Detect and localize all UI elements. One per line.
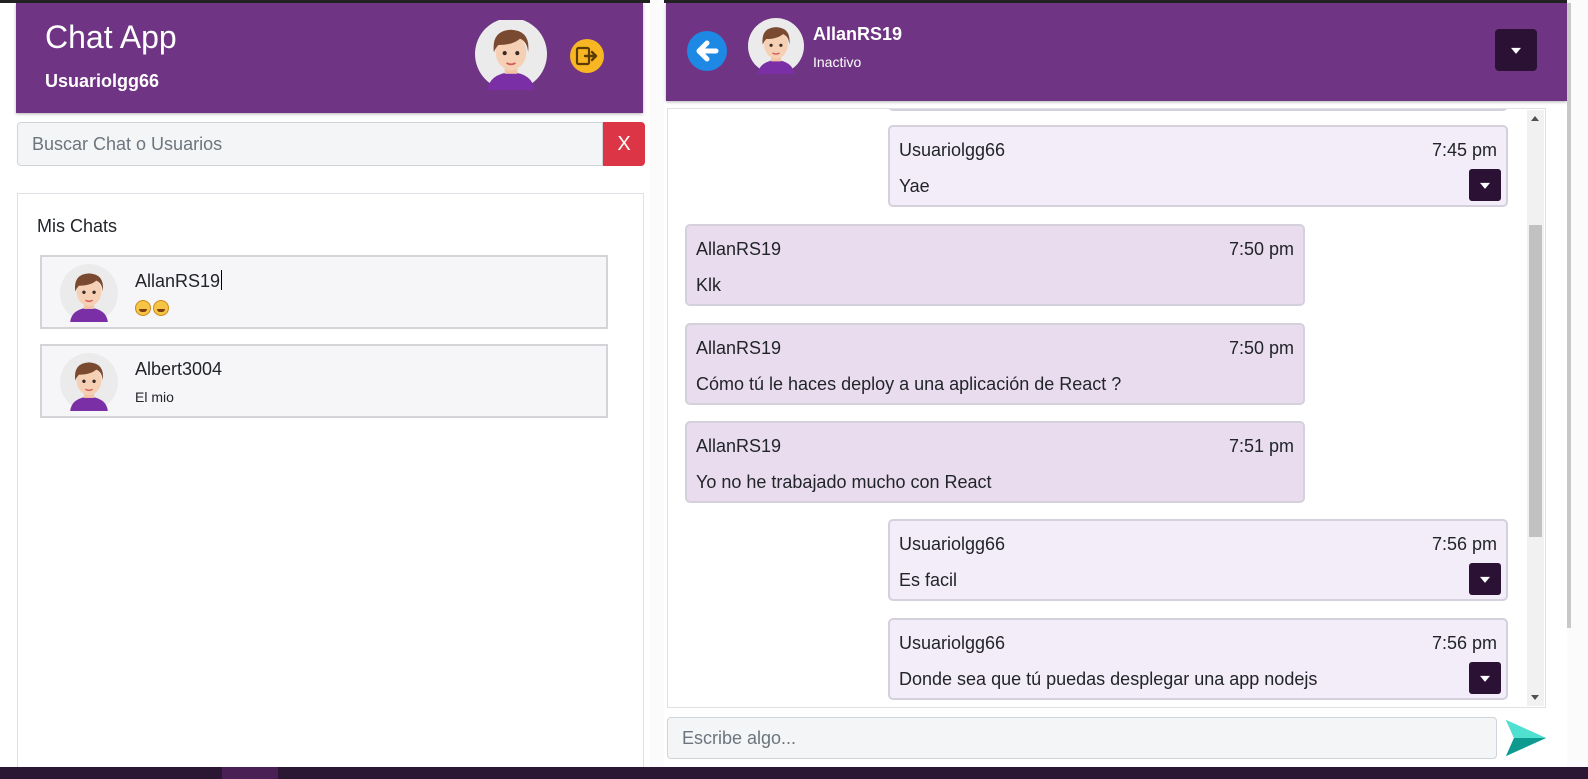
page-scrollbar[interactable] bbox=[1567, 0, 1588, 767]
chats-list-title: Mis Chats bbox=[37, 216, 118, 236]
message-time: 7:50 pm bbox=[1228, 338, 1294, 358]
chats-list-panel: Mis Chats AllanRS19 Albert3004 El mio bbox=[17, 193, 644, 773]
conversation-menu-button[interactable] bbox=[1495, 29, 1537, 71]
message-author: AllanRS19 bbox=[696, 436, 782, 456]
message-author: Usuariolgg66 bbox=[899, 140, 1006, 160]
message-author: Usuariolgg66 bbox=[899, 633, 1006, 653]
message-bubble-partial bbox=[888, 109, 1508, 111]
message-options-button[interactable] bbox=[1469, 662, 1501, 694]
message-time: 7:51 pm bbox=[1228, 436, 1294, 456]
scrollbar-thumb[interactable] bbox=[1529, 225, 1542, 537]
message-time: 7:50 pm bbox=[1228, 239, 1294, 259]
message-author: AllanRS19 bbox=[696, 239, 782, 259]
message-text: Cómo tú le haces deploy a una aplicación… bbox=[696, 374, 1122, 394]
taskbar-strip bbox=[0, 767, 1588, 779]
user-avatar bbox=[475, 20, 547, 91]
app-title: Chat App bbox=[45, 19, 177, 55]
search-bar: X bbox=[17, 122, 645, 166]
message-text: Es facil bbox=[899, 570, 958, 590]
message-bubble: Usuariolgg66 7:56 pm Es facil bbox=[888, 519, 1508, 601]
clear-search-button[interactable]: X bbox=[603, 122, 645, 166]
chat-item-allanrs19[interactable]: AllanRS19 bbox=[40, 255, 608, 329]
app-header: Chat App Usuariolgg66 bbox=[16, 3, 643, 113]
message-options-button[interactable] bbox=[1469, 563, 1501, 595]
contact-name: AllanRS19 bbox=[813, 24, 903, 44]
message-time: 7:56 pm bbox=[1431, 534, 1497, 554]
scroll-down-arrow-icon[interactable] bbox=[1531, 695, 1539, 700]
message-author: Usuariolgg66 bbox=[899, 534, 1006, 554]
message-bubble: AllanRS19 7:50 pm Klk bbox=[685, 224, 1305, 306]
current-user-name: Usuariolgg66 bbox=[45, 71, 160, 91]
page-scrollbar-thumb[interactable] bbox=[1567, 3, 1571, 628]
grinning-face-icon bbox=[135, 300, 151, 316]
messages-area[interactable]: Usuariolgg66 7:45 pm Yae AllanRS19 7:50 … bbox=[667, 108, 1546, 708]
contact-avatar bbox=[60, 353, 118, 411]
chat-item-name: Albert3004 bbox=[135, 359, 223, 379]
message-bubble: AllanRS19 7:51 pm Yo no he trabajado muc… bbox=[685, 421, 1305, 503]
message-text: Klk bbox=[696, 275, 722, 295]
contact-avatar bbox=[60, 264, 118, 322]
grinning-face-icon bbox=[153, 300, 169, 316]
messages-scrollbar[interactable] bbox=[1527, 110, 1544, 706]
text-cursor bbox=[221, 270, 223, 290]
taskbar-highlight bbox=[222, 767, 278, 779]
message-author: AllanRS19 bbox=[696, 338, 782, 358]
message-bubble: AllanRS19 7:50 pm Cómo tú le haces deplo… bbox=[685, 323, 1305, 405]
chat-item-name: AllanRS19 bbox=[135, 271, 221, 291]
message-time: 7:45 pm bbox=[1431, 140, 1497, 160]
back-arrow-icon[interactable] bbox=[686, 30, 728, 72]
message-bubble: Usuariolgg66 7:56 pm Donde sea que tú pu… bbox=[888, 618, 1508, 700]
message-time: 7:56 pm bbox=[1431, 633, 1497, 653]
message-text: Yae bbox=[899, 176, 930, 196]
send-icon[interactable] bbox=[1504, 716, 1548, 760]
message-options-button[interactable] bbox=[1469, 169, 1501, 201]
conversation-header: AllanRS19 Inactivo bbox=[666, 3, 1567, 101]
message-text: Yo no he trabajado mucho con React bbox=[696, 472, 992, 492]
logout-icon[interactable] bbox=[569, 38, 605, 74]
contact-status: Inactivo bbox=[813, 54, 862, 70]
search-input[interactable] bbox=[17, 122, 603, 166]
message-bubble: Usuariolgg66 7:45 pm Yae bbox=[888, 125, 1508, 207]
scroll-up-arrow-icon[interactable] bbox=[1531, 116, 1539, 121]
chat-item-preview: El mio bbox=[135, 389, 174, 405]
contact-avatar bbox=[748, 18, 804, 74]
message-text: Donde sea que tú puedas desplegar una ap… bbox=[899, 669, 1318, 689]
panel-divider bbox=[650, 0, 664, 767]
message-input[interactable] bbox=[667, 717, 1497, 759]
chat-item-albert3004[interactable]: Albert3004 El mio bbox=[40, 344, 608, 418]
